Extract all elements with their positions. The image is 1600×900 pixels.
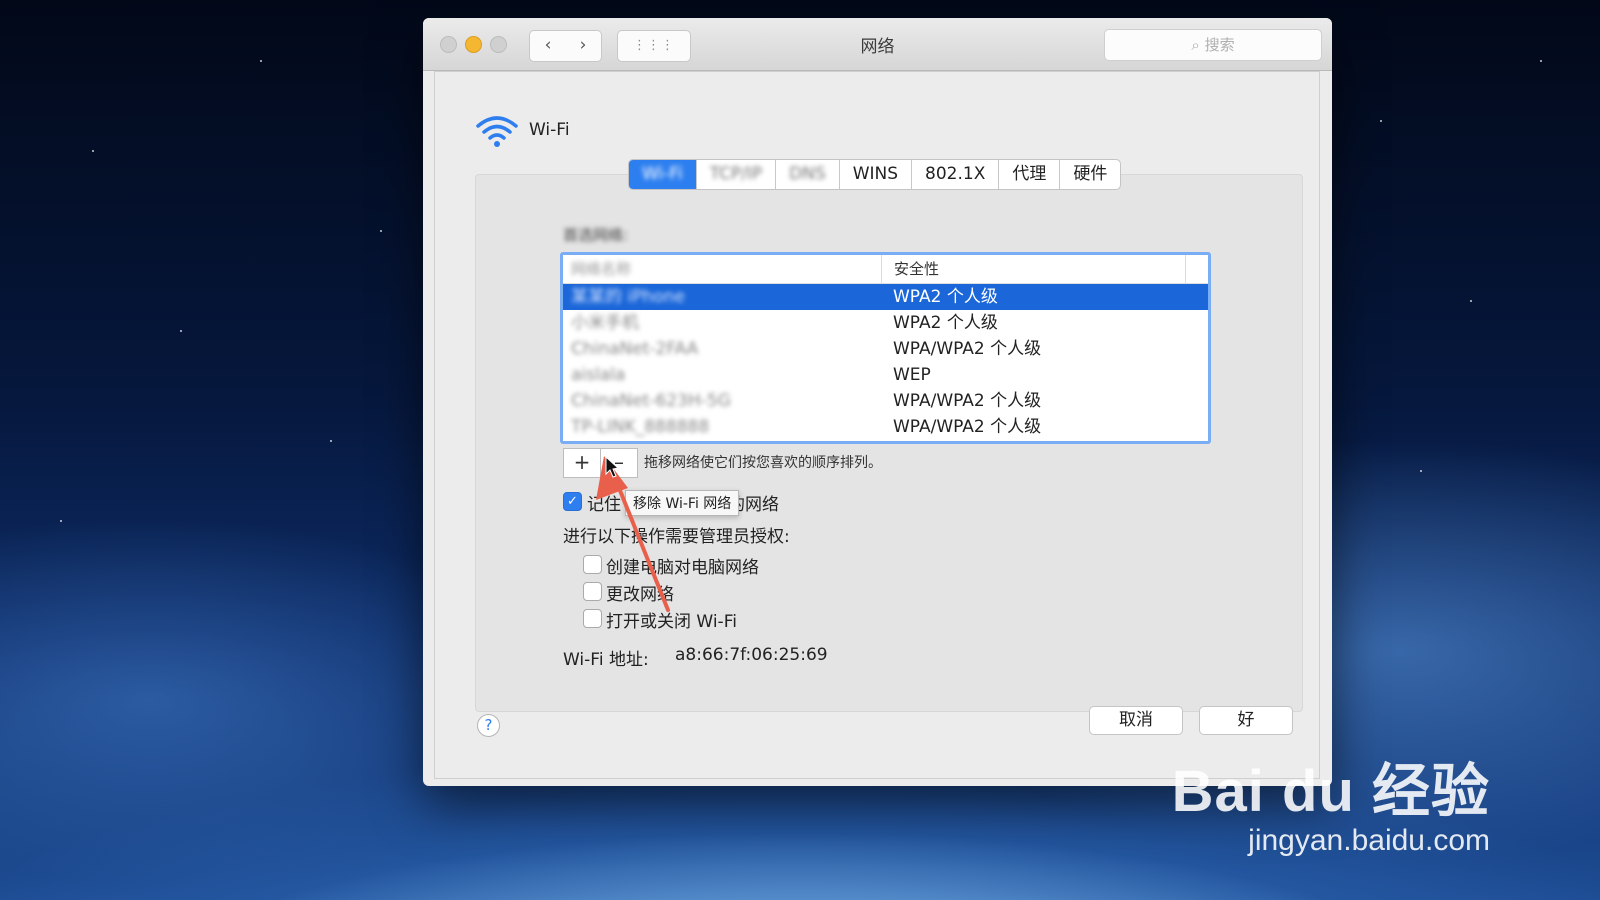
network-preferences-window: ‹ › ⋮⋮⋮ 网络 ⌕ 搜索 Wi-Fi Wi-Fi TCP/IP DNS W… bbox=[423, 18, 1332, 786]
remember-networks-checkbox[interactable]: ✓ bbox=[563, 492, 582, 511]
preferred-networks-label: 首选网络: bbox=[563, 226, 629, 244]
tab-bar: Wi-Fi TCP/IP DNS WINS 802.1X 代理 硬件 bbox=[628, 159, 1122, 190]
wifi-address-label: Wi-Fi 地址: bbox=[563, 650, 649, 670]
cancel-button[interactable]: 取消 bbox=[1089, 706, 1183, 735]
wifi-address-value: a8:66:7f:06:25:69 bbox=[675, 645, 828, 665]
add-remove-control: + – bbox=[563, 448, 638, 478]
label-toggle-wifi: 打开或关闭 Wi-Fi bbox=[606, 612, 737, 632]
tab-hardware[interactable]: 硬件 bbox=[1059, 160, 1120, 189]
security-cell: WPA/WPA2 个人级 bbox=[893, 391, 1042, 411]
tab-label: TCP/IP bbox=[709, 164, 763, 184]
column-network-name[interactable]: 网络名称 bbox=[563, 255, 882, 283]
table-row[interactable]: 某某的 iPhone WPA2 个人级 bbox=[563, 284, 1208, 310]
help-button[interactable]: ? bbox=[477, 714, 500, 737]
search-field[interactable]: ⌕ 搜索 bbox=[1104, 29, 1322, 61]
search-icon: ⌕ bbox=[1191, 36, 1200, 54]
table-header: 网络名称 安全性 bbox=[563, 255, 1208, 284]
label-change-networks: 更改网络 bbox=[606, 585, 674, 605]
tab-label: DNS bbox=[789, 164, 826, 184]
drag-hint: 拖移网络使它们按您喜欢的顺序排列。 bbox=[644, 455, 882, 471]
advanced-sheet: Wi-Fi Wi-Fi TCP/IP DNS WINS 802.1X 代理 硬件… bbox=[435, 72, 1319, 778]
network-name-cell: ChinaNet-623H-5G bbox=[571, 391, 731, 411]
network-name-cell: ChinaNet-2FAA bbox=[571, 339, 699, 359]
wifi-icon bbox=[476, 116, 518, 147]
baidu-watermark: Bai du 经验 jingyan.baidu.com bbox=[1172, 744, 1490, 858]
checkbox-create-computer-network[interactable] bbox=[583, 555, 602, 574]
network-name-cell: aislala bbox=[571, 365, 626, 385]
preferred-networks-table[interactable]: 网络名称 安全性 某某的 iPhone WPA2 个人级 小米手机 WPA2 个… bbox=[560, 252, 1211, 444]
watermark-url: jingyan.baidu.com bbox=[1248, 824, 1490, 857]
tab-tcpip[interactable]: TCP/IP bbox=[695, 160, 776, 189]
watermark-logo: Bai du 经验 bbox=[1171, 759, 1490, 824]
column-security[interactable]: 安全性 bbox=[882, 255, 1186, 283]
security-cell: WEP bbox=[893, 365, 931, 385]
tab-wifi[interactable]: Wi-Fi bbox=[629, 160, 696, 189]
remember-networks-label: 记住 bbox=[587, 495, 621, 515]
checkbox-change-networks[interactable] bbox=[583, 582, 602, 601]
tab-proxy[interactable]: 代理 bbox=[998, 160, 1059, 189]
remove-network-button[interactable]: – bbox=[601, 448, 638, 478]
table-row[interactable]: TP-LINK_888888 WPA/WPA2 个人级 bbox=[563, 414, 1208, 440]
remove-tooltip: 移除 Wi-Fi 网络 bbox=[625, 490, 740, 516]
table-row[interactable]: aislala WEP bbox=[563, 362, 1208, 388]
security-cell: WPA/WPA2 个人级 bbox=[893, 417, 1042, 437]
ok-button[interactable]: 好 bbox=[1199, 706, 1293, 735]
column-label: 网络名称 bbox=[571, 260, 632, 278]
admin-heading: 进行以下操作需要管理员授权: bbox=[563, 527, 790, 547]
security-cell: WPA2 个人级 bbox=[893, 287, 998, 307]
interface-name: Wi-Fi bbox=[529, 120, 570, 140]
network-name-cell: 某某的 iPhone bbox=[571, 287, 685, 307]
table-row[interactable]: ChinaNet-623H-5G WPA/WPA2 个人级 bbox=[563, 388, 1208, 414]
network-name-cell: TP-LINK_888888 bbox=[571, 417, 710, 437]
tab-label: Wi-Fi bbox=[642, 164, 683, 184]
security-cell: WPA/WPA2 个人级 bbox=[893, 339, 1042, 359]
checkbox-toggle-wifi[interactable] bbox=[583, 609, 602, 628]
search-placeholder: 搜索 bbox=[1204, 36, 1235, 54]
title-bar: ‹ › ⋮⋮⋮ 网络 ⌕ 搜索 bbox=[423, 18, 1332, 71]
table-row[interactable]: ChinaNet-2FAA WPA/WPA2 个人级 bbox=[563, 336, 1208, 362]
tab-dns[interactable]: DNS bbox=[775, 160, 839, 189]
add-network-button[interactable]: + bbox=[563, 448, 601, 478]
tab-8021x[interactable]: 802.1X bbox=[911, 160, 998, 189]
tab-wins[interactable]: WINS bbox=[838, 160, 911, 189]
label-create-computer-network: 创建电脑对电脑网络 bbox=[606, 558, 759, 578]
table-row[interactable]: 小米手机 WPA2 个人级 bbox=[563, 310, 1208, 336]
security-cell: WPA2 个人级 bbox=[893, 313, 998, 333]
network-name-cell: 小米手机 bbox=[571, 313, 639, 333]
